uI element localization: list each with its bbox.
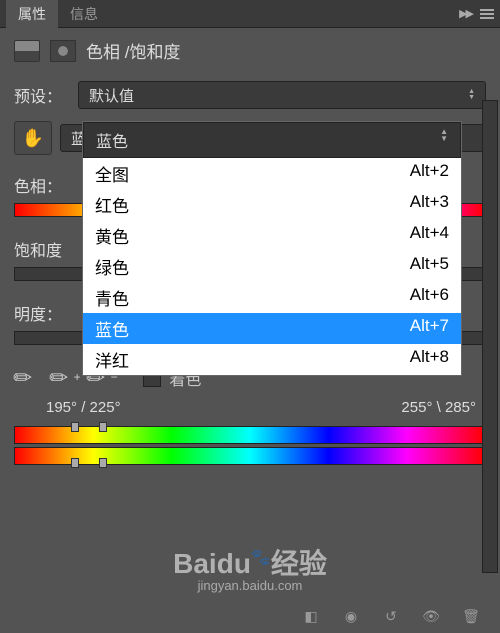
spectrum-bottom[interactable] [14,447,486,465]
eyedropper-icon[interactable]: ✎ [8,362,39,393]
view-previous-icon[interactable]: ◉ [340,607,362,625]
adjustment-icon [14,40,40,62]
preset-value: 默认值 [89,85,134,106]
dropdown-item[interactable]: 青色Alt+6 [83,282,461,313]
channel-dropdown: 蓝色 ▲▼ 全图Alt+2红色Alt+3黄色Alt+4绿色Alt+5青色Alt+… [82,121,462,376]
range-end-outer: 255° \ 285° [401,399,476,416]
dropdown-header[interactable]: 蓝色 ▲▼ [83,122,461,158]
clip-to-layer-icon[interactable]: ◧ [300,607,322,625]
scrollbar[interactable] [482,100,498,573]
watermark: Baidu🐾经验 jingyan.baidu.com [173,542,327,593]
delete-icon[interactable]: 🗑 [460,607,482,625]
reset-icon[interactable]: ↺ [380,607,402,625]
chevron-updown-icon: ▲▼ [468,89,475,101]
tab-info[interactable]: 信息 [58,0,110,28]
collapse-icon[interactable]: ▶▶ [459,7,472,20]
chevron-updown-icon: ▲▼ [440,128,448,152]
spectrum-top[interactable] [14,426,486,444]
panel-menu-icon[interactable] [480,9,494,19]
toggle-visibility-icon[interactable]: 👁 [420,607,442,625]
dropdown-item[interactable]: 红色Alt+3 [83,189,461,220]
dropdown-item[interactable]: 全图Alt+2 [83,158,461,189]
panel-title: 色相 /饱和度 [86,38,180,63]
range-start-outer: 195° / 225° [46,399,121,416]
eyedropper-add-icon[interactable]: ✎+ [44,362,75,393]
targeted-adjustment-tool[interactable]: ✋ [14,121,52,155]
tab-properties[interactable]: 属性 [6,0,58,28]
dropdown-item[interactable]: 黄色Alt+4 [83,220,461,251]
mask-icon [50,40,76,62]
dropdown-item[interactable]: 绿色Alt+5 [83,251,461,282]
dropdown-item[interactable]: 洋红Alt+8 [83,344,461,375]
preset-label: 预设： [14,83,70,107]
preset-select[interactable]: 默认值 ▲▼ [78,81,486,109]
dropdown-item[interactable]: 蓝色Alt+7 [83,313,461,344]
